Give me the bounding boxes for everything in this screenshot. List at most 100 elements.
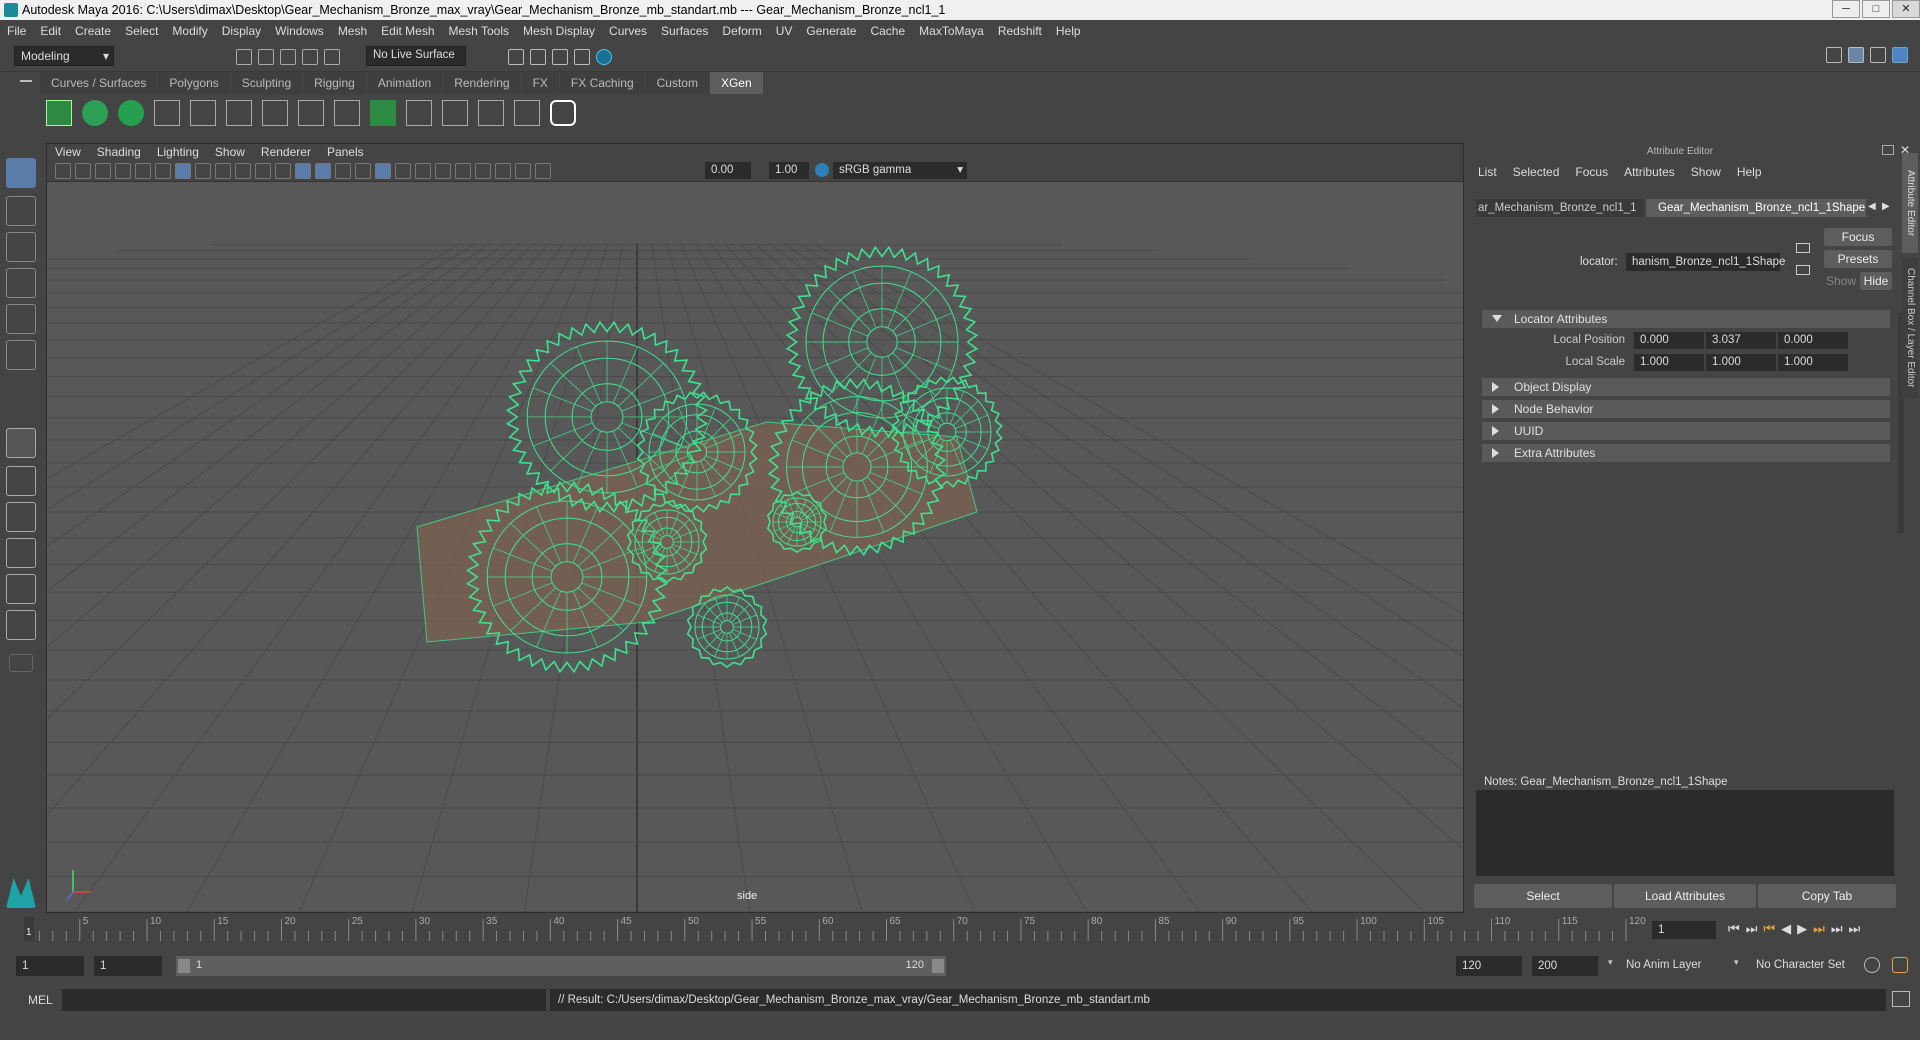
xgen-length-icon[interactable] [298,100,324,126]
scale-tool-icon[interactable] [6,340,36,370]
hide-button[interactable]: Hide [1860,272,1892,290]
menu-maxtomaya[interactable]: MaxToMaya [912,24,991,38]
film-gate-icon[interactable] [195,163,211,179]
xray-icon[interactable] [375,163,391,179]
shadows-icon[interactable] [355,163,371,179]
anim-layer-dropdown[interactable]: No Anim Layer [1626,959,1701,971]
snap-grid-icon[interactable] [258,49,274,65]
float-panel-icon[interactable] [1882,145,1894,155]
shelf-tab-animation[interactable]: Animation [366,72,443,94]
xgen-layers-icon[interactable] [370,100,396,126]
attribute-editor-icon[interactable] [1848,47,1864,63]
shelf-tab-custom[interactable]: Custom [645,72,709,94]
lights-icon[interactable] [335,163,351,179]
xgen-sculpt-icon[interactable] [226,100,252,126]
paint-select-icon[interactable] [6,232,36,262]
play-backwards-icon[interactable]: ◀ [1781,921,1791,937]
workspace-icon[interactable] [1826,47,1842,63]
shelf-tab-fx-caching[interactable]: FX Caching [559,72,645,94]
time-slider[interactable]: 5 10 15 20 25 30 35 40 45 50 55 60 65 70 75 80 85 90 95 100… [0,913,1920,945]
focus-button[interactable]: Focus [1824,228,1892,246]
chevron-down-icon[interactable]: ▾ [1608,957,1616,968]
local-scale-y[interactable]: 1.000 [1706,354,1776,371]
step-back-icon[interactable]: ⏭ [1746,921,1758,937]
exposure-icon[interactable] [535,163,551,179]
lasso-icon[interactable] [236,49,252,65]
four-pane-icon[interactable] [6,466,36,496]
close-button[interactable]: ✕ [1892,0,1920,18]
ambient-occlusion-icon[interactable] [395,163,411,179]
side-tab-channel-box[interactable]: Channel Box / Layer Editor [1902,258,1918,398]
menu-curves[interactable]: Curves [602,24,654,38]
camera-icon[interactable] [55,163,71,179]
menu-cache[interactable]: Cache [863,24,912,38]
shelf-tab-sculpting[interactable]: Sculpting [230,72,303,94]
script-editor-icon[interactable] [1892,991,1910,1007]
copy-tab-button[interactable]: Copy Tab [1758,884,1896,908]
xray-joints-icon[interactable] [475,163,491,179]
command-input[interactable] [62,989,546,1011]
menu-help[interactable]: Help [1049,24,1088,38]
live-surface-field[interactable]: No Live Surface [366,46,466,66]
snap-point-icon[interactable] [302,49,318,65]
gate-mask-icon[interactable] [235,163,251,179]
outliner-pane-icon[interactable] [6,538,36,568]
render-frame-icon[interactable] [508,49,524,65]
anti-alias-icon[interactable] [435,163,451,179]
play-forwards-icon[interactable]: ▶ [1797,921,1807,937]
two-pane-icon[interactable] [6,502,36,532]
current-frame-field[interactable]: 1 [1652,921,1716,939]
image-plane-icon[interactable] [115,163,131,179]
gear-wireframe[interactable] [891,376,1003,488]
grease-pencil-icon[interactable] [155,163,171,179]
menu-edit-mesh[interactable]: Edit Mesh [374,24,441,38]
viewport-menu-lighting[interactable]: Lighting [149,145,207,159]
maximize-button[interactable]: □ [1862,0,1890,18]
menu-edit[interactable]: Edit [33,24,68,38]
xgen-cut-icon[interactable] [478,100,504,126]
xgen-delete-icon[interactable] [514,100,540,126]
xgen-splines-icon[interactable] [442,100,468,126]
minimize-button[interactable]: ─ [1832,0,1860,18]
ipr-render-icon[interactable] [530,49,546,65]
ae-menu-selected[interactable]: Selected [1505,165,1568,179]
hypershade-icon[interactable] [574,49,590,65]
color-space-dropdown[interactable]: sRGB gamma ▾ [833,162,967,179]
render-settings-icon[interactable] [552,49,568,65]
timeline-ruler[interactable]: 5 10 15 20 25 30 35 40 45 50 55 60 65 70 75 80 85 90 95 100… [20,913,1660,945]
xgen-hex-icon[interactable] [550,100,576,126]
more-panes-icon[interactable] [9,654,33,672]
wireframe-icon[interactable] [295,163,311,179]
xgen-editor-icon[interactable] [46,100,72,126]
preferences-icon[interactable] [1892,957,1908,973]
viewport-menu-show[interactable]: Show [207,145,253,159]
move-tool-icon[interactable] [6,268,36,298]
playback-start-field[interactable]: 1 [94,956,162,976]
menu-windows[interactable]: Windows [268,24,331,38]
menu-create[interactable]: Create [68,24,118,38]
lock-camera-icon[interactable] [75,163,91,179]
local-scale-x[interactable]: 1.000 [1634,354,1704,371]
color-management-icon[interactable] [815,163,829,177]
section-extra-attributes[interactable]: Extra Attributes [1482,444,1890,462]
ae-menu-show[interactable]: Show [1683,165,1729,179]
viewport-menu-renderer[interactable]: Renderer [253,145,319,159]
scene-end-field[interactable]: 200 [1532,956,1598,976]
rotate-tool-icon[interactable] [6,304,36,334]
shelf-tab-polygons[interactable]: Polygons [158,72,230,94]
step-forward-icon[interactable]: ⏭ [1831,921,1843,937]
command-language-label[interactable]: MEL [28,993,53,1007]
show-button[interactable]: Show [1824,272,1858,290]
shelf-tab-fx[interactable]: FX [521,72,559,94]
shelf-menu-icon[interactable] [20,80,32,82]
presets-button[interactable]: Presets [1824,250,1892,268]
viewport-menu-panels[interactable]: Panels [319,145,372,159]
hypershade-pane-icon[interactable] [6,610,36,640]
auto-key-icon[interactable] [1864,957,1880,973]
menu-uv[interactable]: UV [769,24,800,38]
single-pane-icon[interactable] [6,428,36,458]
gamma-field[interactable]: 1.00 [769,162,809,179]
section-uuid[interactable]: UUID [1482,422,1890,440]
playback-end-field[interactable]: 120 [1456,956,1522,976]
menu-mesh[interactable]: Mesh [331,24,374,38]
